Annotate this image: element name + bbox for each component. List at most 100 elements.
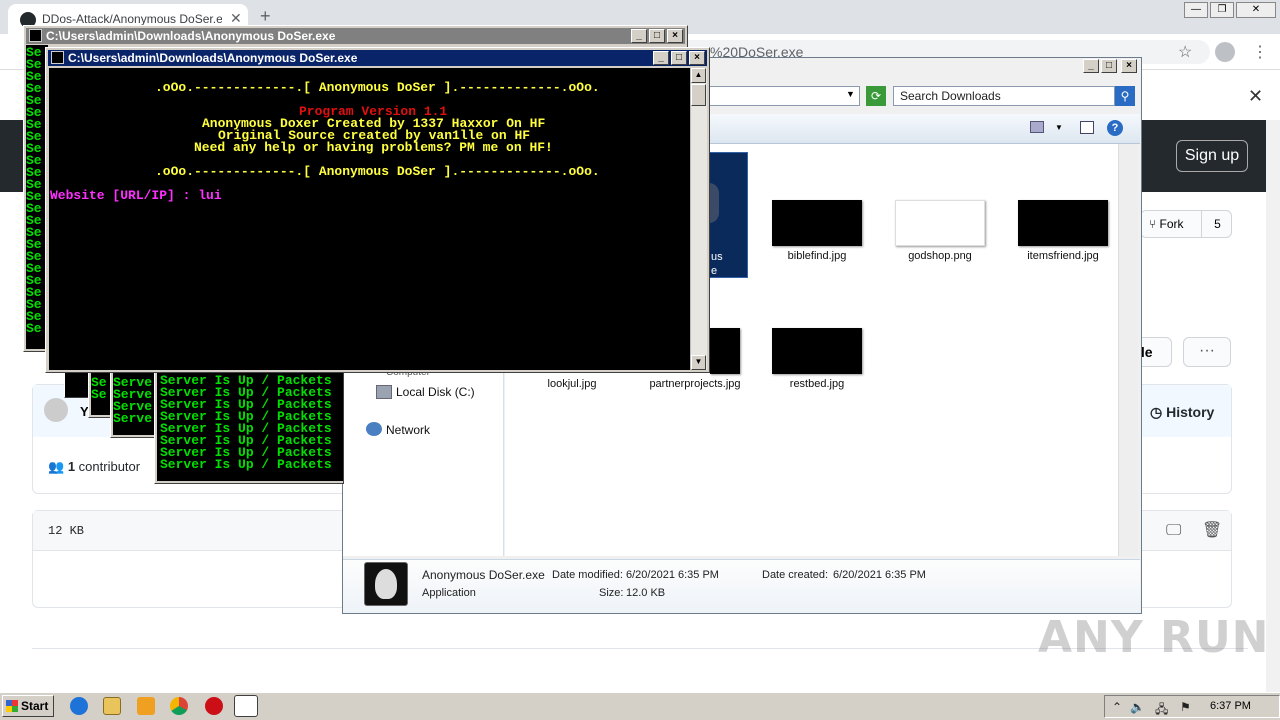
explorer-maximize-button[interactable]: □ (1101, 59, 1117, 73)
stacked-console[interactable]: Serve Serve Serve Serve (110, 370, 160, 438)
file-tile[interactable]: biblefind.jpg (762, 200, 872, 270)
console-banner: .oOo.-------------.[ Anonymous DoSer ].-… (155, 80, 600, 95)
fork-icon: ⑂ (1149, 217, 1160, 231)
opera-icon[interactable] (205, 697, 223, 715)
details-file-name: Anonymous DoSer.exe (422, 568, 545, 582)
console-back-titlebar[interactable]: C:\Users\admin\Downloads\Anonymous DoSer… (26, 28, 685, 44)
chrome-icon[interactable] (170, 697, 188, 715)
explorer-search-input[interactable]: Search Downloads (893, 86, 1115, 106)
file-thumbnail (710, 328, 740, 374)
volume-icon[interactable]: 🔈 (1130, 700, 1145, 714)
internet-explorer-icon[interactable] (70, 697, 88, 715)
minimize-button[interactable]: _ (631, 29, 647, 43)
console-help-line: Need any help or having problems? PM me … (194, 140, 553, 155)
close-window-button[interactable]: ✕ (1236, 2, 1276, 18)
scroll-down-icon[interactable]: ▼ (691, 355, 706, 370)
anonymous-mask-icon (364, 562, 408, 606)
search-icon[interactable]: ⚲ (1115, 86, 1135, 106)
banner-close-icon[interactable]: ✕ (1248, 86, 1263, 107)
tab-title: DDos-Attack/Anonymous DoSer.exe (42, 12, 222, 26)
more-options-button[interactable]: ··· (1183, 337, 1231, 367)
maximize-button[interactable]: □ (649, 29, 665, 43)
console-scrollbar[interactable]: ▲ ▼ (690, 68, 707, 370)
taskbar-clock[interactable]: 6:37 PM (1210, 700, 1251, 712)
author-avatar[interactable] (44, 398, 68, 422)
explorer-address-bar[interactable] (700, 86, 860, 106)
selected-file-tile[interactable]: us e (706, 152, 748, 278)
file-thumbnail (772, 328, 862, 374)
taskbar (0, 692, 1280, 720)
windows-logo-icon (6, 700, 18, 712)
network-icon (366, 422, 382, 436)
file-thumbnail (895, 200, 985, 246)
anyrun-watermark: ANY RUN (1038, 612, 1270, 663)
bookmark-star-icon[interactable]: ☆ (1178, 42, 1192, 62)
network-tray-icon[interactable]: 🖧 (1155, 700, 1168, 720)
file-thumbnail (1018, 200, 1108, 246)
page-scrollbar[interactable] (1266, 120, 1280, 692)
console-back-title: C:\Users\admin\Downloads\Anonymous DoSer… (46, 29, 336, 43)
console-front-output[interactable]: .oOo.-------------.[ Anonymous DoSer ].-… (49, 68, 690, 370)
console-window-front[interactable]: C:\Users\admin\Downloads\Anonymous DoSer… (45, 47, 710, 373)
action-center-flag-icon[interactable]: ⚑ (1180, 700, 1191, 714)
minimize-button[interactable]: _ (653, 51, 669, 65)
maximize-button[interactable]: ❐ (1210, 2, 1234, 18)
file-tile[interactable]: itemsfriend.jpg (1008, 200, 1118, 270)
media-player-icon[interactable] (137, 697, 155, 715)
close-button[interactable]: × (667, 29, 683, 43)
desktop-icon[interactable]: 🖵 (1166, 522, 1181, 540)
explorer-scrollbar[interactable] (1118, 144, 1138, 556)
fork-count[interactable]: 5 (1201, 211, 1233, 237)
trash-icon[interactable]: 🗑 (1202, 520, 1222, 540)
details-size-label: Size: (599, 587, 624, 599)
maximize-button[interactable]: □ (671, 51, 687, 65)
nav-network[interactable]: Network (386, 423, 430, 437)
console-icon (51, 51, 64, 64)
console-front-titlebar[interactable]: C:\Users\admin\Downloads\Anonymous DoSer… (48, 50, 707, 66)
stacked-console-output: Server Is Up / Packets Server Is Up / Pa… (157, 373, 343, 481)
people-icon: 👥 (48, 459, 68, 474)
file-name: biblefind.jpg (787, 250, 847, 262)
fork-button[interactable]: ⑂ Fork 5 (1140, 210, 1232, 238)
file-size: 12 KB (48, 524, 85, 538)
explorer-minimize-button[interactable]: _ (1083, 59, 1099, 73)
contributors-link[interactable]: 👥 1 contributor (48, 459, 140, 475)
close-button[interactable]: × (689, 51, 705, 65)
file-thumbnail (772, 200, 862, 246)
file-name: itemsfriend.jpg (1027, 250, 1099, 262)
sign-up-button[interactable]: Sign up (1176, 140, 1248, 172)
view-dropdown-icon[interactable]: ▼ (1055, 123, 1063, 132)
stacked-console[interactable]: Server Is Up / Packets Server Is Up / Pa… (154, 370, 344, 484)
anonymous-doser-task-icon[interactable] (234, 695, 258, 717)
file-tile[interactable]: godshop.png (885, 200, 995, 270)
change-view-icon[interactable] (1030, 121, 1044, 133)
fork-label: ⑂ Fork (1149, 217, 1184, 231)
show-hidden-icons[interactable]: ⌃ (1112, 700, 1122, 714)
explorer-close-button[interactable]: × (1121, 59, 1137, 73)
folder-icon[interactable] (103, 697, 121, 715)
address-dropdown-icon[interactable]: ▼ (846, 89, 855, 99)
selected-file-name-part2: e (711, 265, 718, 277)
console-icon (29, 29, 42, 42)
new-tab-button[interactable]: + (260, 6, 271, 27)
file-name: restbed.jpg (789, 378, 845, 390)
console-banner-2: .oOo.-------------.[ Anonymous DoSer ].-… (155, 164, 600, 179)
refresh-icon[interactable]: ⟳ (866, 86, 886, 106)
browser-menu-icon[interactable]: ⋮ (1252, 42, 1268, 62)
console-prompt-input[interactable]: Website [URL/IP] : lui (50, 189, 222, 202)
minimize-button[interactable]: — (1184, 2, 1208, 18)
history-link[interactable]: ◷ History (1150, 404, 1214, 421)
profile-avatar-icon[interactable] (1215, 42, 1235, 62)
file-tile[interactable]: restbed.jpg (762, 328, 872, 398)
stacked-console-output: Serve Serve Serve Serve (113, 373, 157, 435)
preview-pane-icon[interactable] (1080, 121, 1094, 134)
file-name: godshop.png (908, 250, 972, 262)
nav-local-disk[interactable]: Local Disk (C:) (396, 385, 475, 399)
details-file-type: Application (422, 587, 476, 599)
help-icon[interactable]: ? (1107, 120, 1123, 136)
details-modified-value: 6/20/2021 6:35 PM (626, 569, 719, 581)
scroll-up-icon[interactable]: ▲ (691, 68, 706, 83)
selected-file-name-part: us (711, 251, 723, 263)
scroll-thumb[interactable] (691, 84, 706, 106)
details-size-value: 12.0 KB (626, 587, 666, 599)
